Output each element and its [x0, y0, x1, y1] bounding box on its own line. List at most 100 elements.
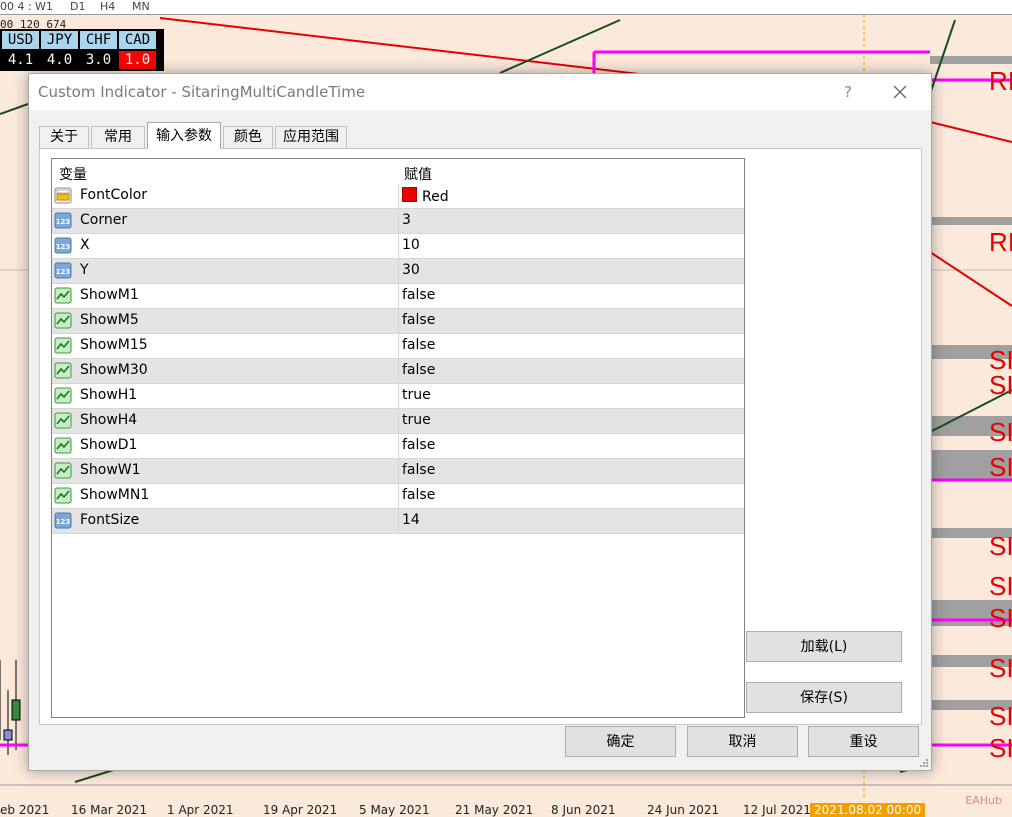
currency-value: 4.1	[7, 52, 34, 68]
parameter-value-text: true	[402, 387, 431, 403]
parameter-value[interactable]: 10	[402, 237, 420, 253]
parameter-name: ShowM30	[80, 362, 148, 378]
tab-about[interactable]: 关于	[39, 126, 89, 148]
header-variable[interactable]: 变量	[59, 164, 87, 184]
bool-icon	[54, 337, 72, 354]
timeframe-label[interactable]: 00 4 :	[0, 0, 32, 13]
parameter-name-cell[interactable]: ShowM5	[52, 309, 399, 333]
parameter-row[interactable]: ShowM15 false	[52, 334, 744, 359]
parameter-name-cell[interactable]: ShowM15	[52, 334, 399, 358]
timeframe-label[interactable]: H4	[100, 0, 115, 13]
parameter-name: Y	[80, 262, 89, 278]
header-value[interactable]: 赋值	[404, 164, 432, 184]
parameter-row[interactable]: 123 Y 30	[52, 259, 744, 284]
parameter-name-cell[interactable]: ShowH1	[52, 384, 399, 408]
parameter-value[interactable]: false	[402, 337, 435, 353]
date-tick: eb 2021	[0, 803, 50, 817]
parameter-row[interactable]: ShowM30 false	[52, 359, 744, 384]
parameter-name-cell[interactable]: ShowM30	[52, 359, 399, 383]
tab-visualization[interactable]: 应用范围	[275, 126, 347, 148]
bool-icon	[54, 462, 72, 479]
tab-common[interactable]: 常用	[91, 126, 145, 148]
parameter-name-cell[interactable]: ShowH4	[52, 409, 399, 433]
chart-timeframe-strip: 00 4 : W1 D1 H4 MN	[0, 0, 1012, 15]
parameter-name-cell[interactable]: ShowM1	[52, 284, 399, 308]
parameter-name-cell[interactable]: 123 FontSize	[52, 509, 399, 533]
timeframe-label[interactable]: W1	[35, 0, 53, 13]
parameter-row[interactable]: FontColor Red	[52, 184, 744, 209]
parameter-name-cell[interactable]: 123 Y	[52, 259, 399, 283]
parameter-name-cell[interactable]: ShowMN1	[52, 484, 399, 508]
parameter-name: ShowH1	[80, 387, 138, 403]
date-tick: 12 Jul 2021	[743, 803, 811, 817]
parameter-value-text: Red	[422, 189, 449, 205]
level-marker: SI	[989, 733, 1012, 763]
parameter-name-cell[interactable]: ShowW1	[52, 459, 399, 483]
parameter-value[interactable]: 30	[402, 262, 420, 278]
parameter-name-cell[interactable]: ShowD1	[52, 434, 399, 458]
parameter-name: FontSize	[80, 512, 140, 528]
watermark: EAHub	[965, 794, 1002, 807]
parameter-value[interactable]: false	[402, 287, 435, 303]
parameter-name-cell[interactable]: 123 X	[52, 234, 399, 258]
level-marker: SI	[989, 452, 1012, 482]
date-tick: 1 Apr 2021	[167, 803, 234, 817]
parameter-grid: 变量 赋值 FontColor Red 123 Corner 3 123 X 10 123 Y 30…	[51, 158, 745, 718]
parameter-row[interactable]: ShowH4 true	[52, 409, 744, 434]
help-button[interactable]: ?	[836, 80, 860, 104]
parameter-value[interactable]: true	[402, 412, 431, 428]
custom-indicator-dialog: Custom Indicator - SitaringMultiCandleTi…	[28, 73, 932, 771]
parameter-value-text: false	[402, 312, 436, 328]
level-marker: SI	[989, 417, 1012, 447]
parameter-name: Corner	[80, 212, 128, 228]
parameter-value-text: false	[402, 437, 436, 453]
parameter-value[interactable]: false	[402, 462, 435, 478]
save-button[interactable]: 保存(S)	[746, 682, 902, 713]
current-date-label: 2021.08.02 00:00	[810, 803, 926, 817]
currency-strength-table: USD JPY CHF CAD 4.1 4.0 3.0 1.0	[0, 29, 164, 71]
parameter-row[interactable]: ShowMN1 false	[52, 484, 744, 509]
parameter-value[interactable]: 3	[402, 212, 411, 228]
parameter-row[interactable]: ShowH1 true	[52, 384, 744, 409]
parameter-name-cell[interactable]: FontColor	[52, 184, 399, 208]
level-marker: SI	[989, 370, 1012, 400]
tab-colors[interactable]: 颜色	[223, 126, 273, 148]
level-marker: RI	[989, 227, 1012, 257]
dialog-titlebar[interactable]: Custom Indicator - SitaringMultiCandleTi…	[29, 74, 931, 110]
parameter-value[interactable]: false	[402, 437, 435, 453]
integer-icon: 123	[54, 512, 72, 529]
close-button[interactable]	[887, 80, 913, 104]
parameter-row[interactable]: ShowW1 false	[52, 459, 744, 484]
parameter-row[interactable]: ShowM5 false	[52, 309, 744, 334]
parameter-row[interactable]: ShowM1 false	[52, 284, 744, 309]
parameter-row[interactable]: 123 FontSize 14	[52, 509, 744, 534]
timeframe-label[interactable]: D1	[70, 0, 85, 13]
svg-text:123: 123	[56, 218, 71, 226]
date-tick: 8 Jun 2021	[551, 803, 616, 817]
parameter-value[interactable]: false	[402, 487, 435, 503]
color-swatch	[402, 187, 417, 202]
timeframe-label[interactable]: MN	[132, 0, 150, 13]
resize-grip-icon[interactable]	[919, 758, 929, 768]
parameter-row[interactable]: 123 Corner 3	[52, 209, 744, 234]
load-button[interactable]: 加载(L)	[746, 631, 902, 662]
currency-header: CHF	[80, 31, 117, 49]
parameter-name: ShowD1	[80, 437, 138, 453]
parameter-name-cell[interactable]: 123 Corner	[52, 209, 399, 233]
ok-button[interactable]: 确定	[565, 726, 676, 757]
svg-text:123: 123	[56, 268, 71, 276]
parameter-value[interactable]: false	[402, 312, 435, 328]
parameter-value[interactable]: Red	[402, 187, 449, 205]
parameter-value[interactable]: true	[402, 387, 431, 403]
parameter-value[interactable]: 14	[402, 512, 420, 528]
reset-button[interactable]: 重设	[808, 726, 919, 757]
tab-inputs[interactable]: 输入参数	[147, 122, 221, 149]
parameter-row[interactable]: ShowD1 false	[52, 434, 744, 459]
bool-icon	[54, 437, 72, 454]
integer-icon: 123	[54, 262, 72, 279]
parameter-name: ShowM5	[80, 312, 139, 328]
parameter-value-text: 10	[402, 237, 420, 253]
parameter-value[interactable]: false	[402, 362, 435, 378]
cancel-button[interactable]: 取消	[687, 726, 798, 757]
parameter-row[interactable]: 123 X 10	[52, 234, 744, 259]
